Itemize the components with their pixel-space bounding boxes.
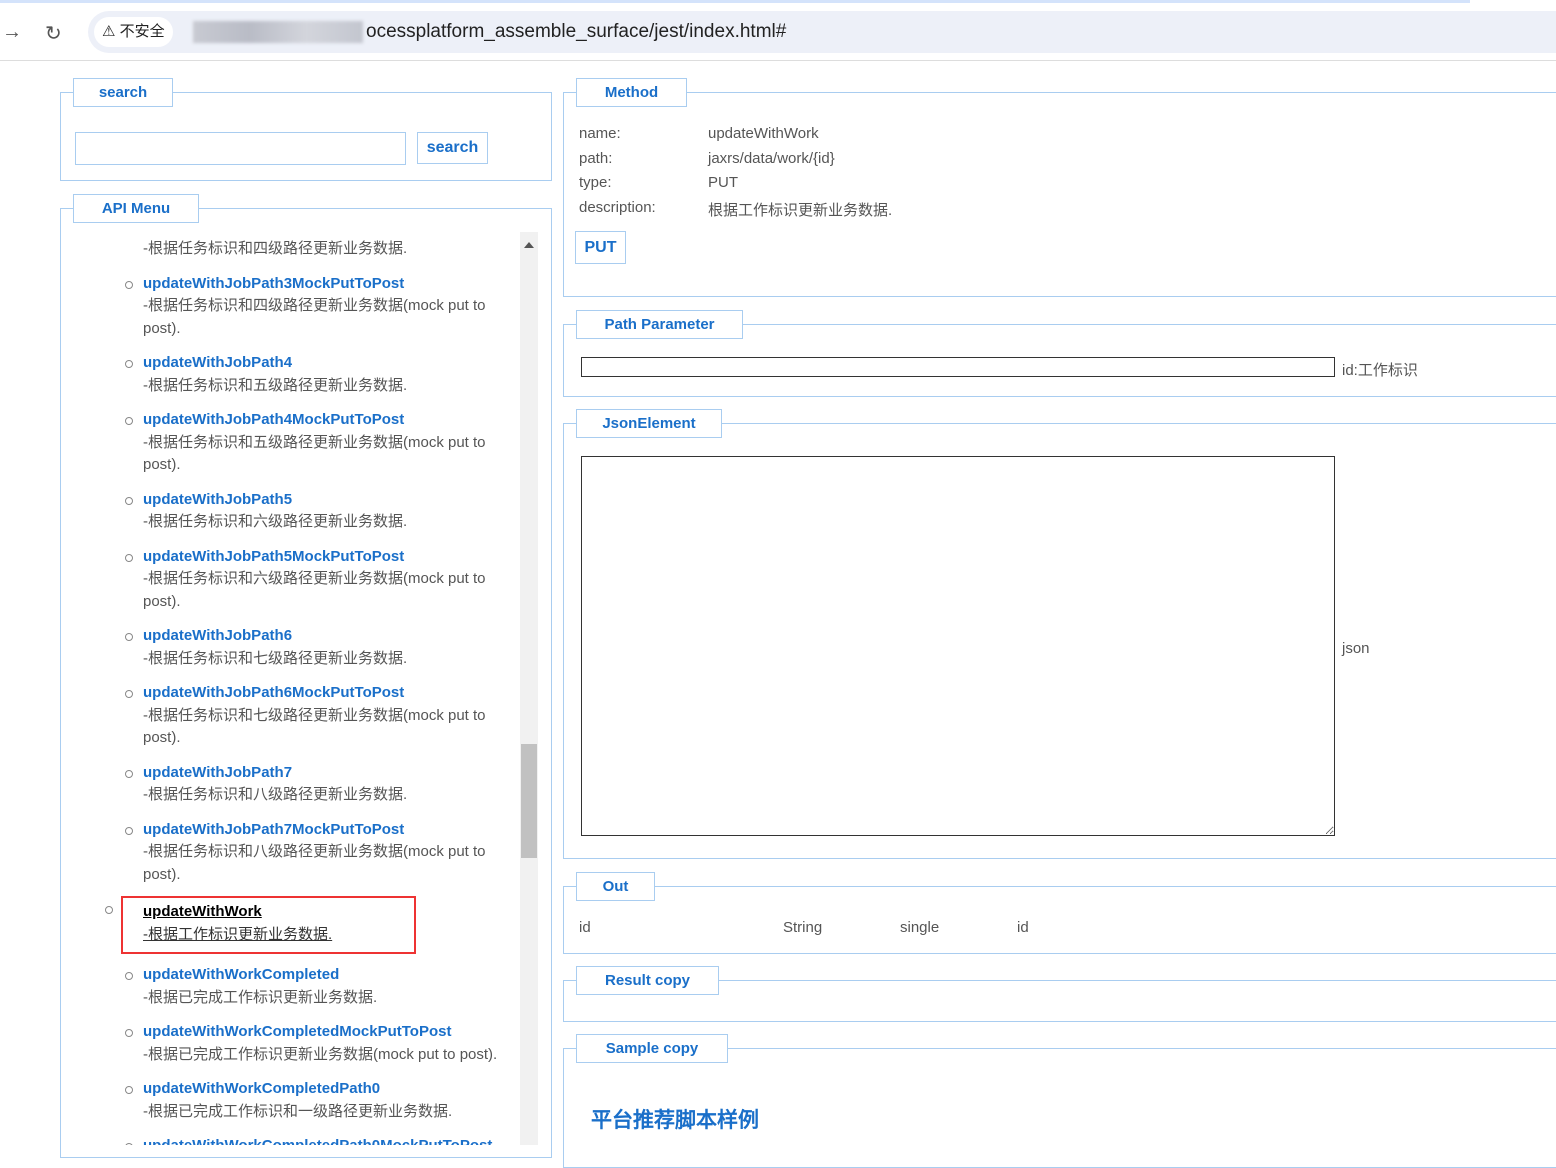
menu-item-desc: -根据任务标识和七级路径更新业务数据(mock put to post). xyxy=(143,706,486,747)
security-chip[interactable]: ⚠ 不安全 xyxy=(94,17,173,47)
search-button[interactable]: search xyxy=(417,132,488,164)
reload-icon[interactable]: ↻ xyxy=(45,21,62,46)
menu-item-desc: -根据任务标识和五级路径更新业务数据. xyxy=(143,376,408,394)
menu-item[interactable]: updateWithJobPath5 -根据任务标识和六级路径更新业务数据. xyxy=(125,489,514,534)
url-text: ocessplatform_assemble_surface/jest/inde… xyxy=(366,21,787,42)
browser-toolbar: → ↻ ⚠ 不安全 ocessplatform_assemble_surface… xyxy=(0,3,1556,61)
method-type: PUT xyxy=(708,174,738,191)
method-path: jaxrs/data/work/{id} xyxy=(708,150,835,167)
menu-item-title[interactable]: updateWithJobPath5MockPutToPost xyxy=(143,546,514,569)
json-textarea[interactable] xyxy=(581,456,1335,836)
menu-item-desc: -根据任务标识和六级路径更新业务数据(mock put to post). xyxy=(143,570,486,610)
json-label: json xyxy=(1342,640,1370,657)
put-button[interactable]: PUT xyxy=(575,231,626,264)
menu-item-desc: -根据任务标识和四级路径更新业务数据. xyxy=(143,240,408,257)
menu-item-desc: -根据任务标识和六级路径更新业务数据. xyxy=(143,513,408,530)
sample-heading: 平台推荐脚本样例 xyxy=(591,1109,759,1132)
out-field-name: id xyxy=(579,919,591,936)
menu-item-desc: -根据任务标识和七级路径更新业务数据. xyxy=(143,649,408,667)
menu-item-title[interactable]: updateWithWorkCompletedPath0 xyxy=(143,1078,514,1101)
search-input[interactable] xyxy=(75,132,406,165)
menu-item-title[interactable]: updateWithJobPath7MockPutToPost xyxy=(143,819,514,842)
menu-item-title[interactable]: updateWithJobPath6MockPutToPost xyxy=(143,682,514,705)
redacted-url xyxy=(193,21,363,43)
name-label: name: xyxy=(579,125,621,142)
scroll-up-icon[interactable] xyxy=(524,242,534,248)
method-description: 根据工作标识更新业务数据. xyxy=(708,202,893,219)
menu-item[interactable]: updateWithJobPath6MockPutToPost -根据任务标识和七… xyxy=(125,682,514,750)
menu-item-desc: -根据任务标识和五级路径更新业务数据(mock put to post). xyxy=(143,433,486,474)
menu-item[interactable]: updateWithJobPath5MockPutToPost -根据任务标识和六… xyxy=(125,546,514,614)
menu-item-title[interactable]: updateWithWorkCompleted xyxy=(143,964,514,987)
scroll-thumb[interactable] xyxy=(521,744,537,858)
menu-item-title[interactable]: updateWithJobPath6 xyxy=(143,625,514,648)
warning-icon: ⚠ xyxy=(102,23,116,40)
menu-item[interactable]: updateWithWorkCompletedMockPutToPost -根据已… xyxy=(125,1021,514,1066)
out-fieldset xyxy=(563,886,1556,954)
menu-item-desc: -根据任务标识和八级路径更新业务数据. xyxy=(143,786,408,803)
menu-item[interactable]: updateWithWorkCompletedPath0 -根据已完成工作标识和一… xyxy=(125,1078,514,1123)
id-input[interactable] xyxy=(581,357,1335,377)
menu-item-title[interactable]: updateWithJobPath3MockPutToPost xyxy=(143,273,514,296)
path-label: path: xyxy=(579,150,613,167)
description-label: description: xyxy=(579,199,656,216)
api-menu-legend: API Menu xyxy=(73,194,199,223)
menu-item[interactable]: updateWithWorkCompletedPath0MockPutToPos… xyxy=(125,1135,514,1145)
result-copy-legend[interactable]: Result copy xyxy=(576,966,719,995)
out-field-type: String xyxy=(783,919,823,936)
menu-item[interactable]: updateWithJobPath7 -根据任务标识和八级路径更新业务数据. xyxy=(125,762,514,807)
type-label: type: xyxy=(579,174,612,191)
menu-item[interactable]: updateWithJobPath6 -根据任务标识和七级路径更新业务数据. xyxy=(125,625,514,670)
forward-icon[interactable]: → xyxy=(2,21,22,44)
menu-item-desc: -根据已完成工作标识更新业务数据(mock put to post). xyxy=(143,1045,498,1063)
out-field-description: id xyxy=(1017,919,1029,936)
menu-scrollbar[interactable] xyxy=(520,232,538,1145)
menu-item-title[interactable]: updateWithWorkCompletedPath0MockPutToPos… xyxy=(143,1135,514,1145)
menu-item-desc: -根据已完成工作标识和一级路径更新业务数据. xyxy=(143,1102,453,1120)
method-fieldset xyxy=(563,92,1556,297)
menu-item[interactable]: updateWithJobPath3MockPutToPost -根据任务标识和四… xyxy=(125,273,514,341)
menu-item[interactable]: updateWithJobPath4MockPutToPost -根据任务标识和五… xyxy=(125,409,514,477)
out-field-cardinality: single xyxy=(900,919,940,936)
sample-copy-legend[interactable]: Sample copy xyxy=(576,1034,728,1063)
menu-item-title[interactable]: updateWithWorkCompletedMockPutToPost xyxy=(143,1021,514,1044)
id-param-label: id:工作标识 xyxy=(1342,362,1418,379)
menu-item-desc: -根据已完成工作标识更新业务数据. xyxy=(143,988,378,1006)
menu-item-title[interactable]: updateWithWork xyxy=(143,901,414,924)
menu-item-title[interactable]: updateWithJobPath4 xyxy=(143,352,514,375)
menu-item-title[interactable]: updateWithJobPath4MockPutToPost xyxy=(143,409,514,432)
menu-item-desc: -根据任务标识和四级路径更新业务数据(mock put to post). xyxy=(143,297,486,337)
method-legend: Method xyxy=(576,78,687,107)
out-legend: Out xyxy=(576,872,655,901)
menu-item-desc: -根据工作标识更新业务数据. xyxy=(143,925,333,943)
menu-item[interactable]: updateWithJobPath7MockPutToPost -根据任务标识和八… xyxy=(125,819,514,887)
address-bar[interactable]: ⚠ 不安全 ocessplatform_assemble_surface/jes… xyxy=(88,11,1556,53)
method-name: updateWithWork xyxy=(708,125,819,142)
path-parameter-legend: Path Parameter xyxy=(576,310,743,339)
search-legend: search xyxy=(73,78,173,107)
menu-item-title[interactable]: updateWithJobPath5 xyxy=(143,489,514,512)
api-menu-list: -根据任务标识和四级路径更新业务数据. updateWithJobPath3Moc… xyxy=(74,232,520,1145)
menu-item[interactable]: updateWithWorkCompleted -根据已完成工作标识更新业务数据. xyxy=(125,964,514,1009)
menu-item-title[interactable]: updateWithJobPath7 xyxy=(143,762,514,785)
security-label: 不安全 xyxy=(119,23,165,40)
json-element-legend: JsonElement xyxy=(576,409,722,438)
menu-item-desc: -根据任务标识和八级路径更新业务数据(mock put to post). xyxy=(143,843,486,883)
menu-item[interactable]: -根据任务标识和四级路径更新业务数据. xyxy=(143,238,514,261)
menu-item[interactable]: updateWithJobPath4 -根据任务标识和五级路径更新业务数据. xyxy=(125,352,514,397)
menu-item[interactable]: updateWithWork -根据工作标识更新业务数据. xyxy=(105,896,416,954)
